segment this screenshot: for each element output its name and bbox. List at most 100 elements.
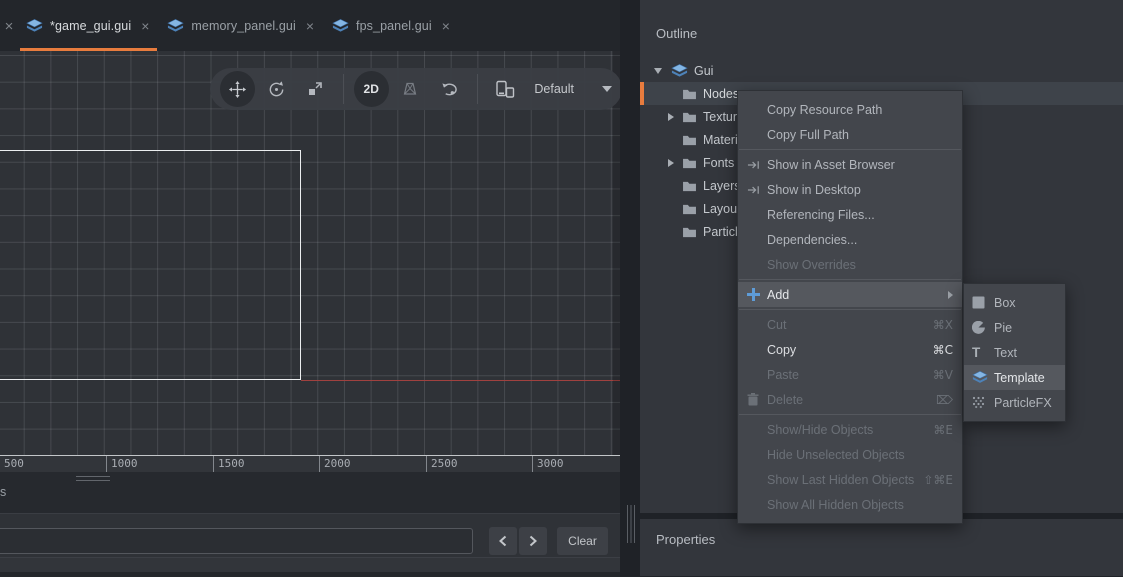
submenu-arrow-icon xyxy=(948,291,953,299)
add-icon xyxy=(747,288,767,301)
pane-splitter[interactable] xyxy=(620,0,640,576)
menu-item-referencing-files[interactable]: Referencing Files... xyxy=(738,202,962,227)
toolbar-separator xyxy=(343,74,344,104)
outline-panel-title: Outline xyxy=(656,26,697,41)
clear-button[interactable]: Clear xyxy=(557,527,608,555)
scene-viewport[interactable] xyxy=(0,51,620,455)
pie-icon xyxy=(972,321,994,334)
add-submenu: Box Pie T Text Template P xyxy=(963,283,1066,422)
next-match-button[interactable] xyxy=(519,527,547,555)
tab-close-icon[interactable]: × xyxy=(306,18,314,34)
2d-mode-button[interactable]: 2D xyxy=(354,71,389,107)
ruler-tick: 1000 xyxy=(106,456,138,472)
console-footer-strip xyxy=(0,572,620,577)
menu-item-show-in-asset-browser[interactable]: Show in Asset Browser xyxy=(738,152,962,177)
device-preview-button[interactable] xyxy=(487,71,522,107)
submenu-item-pie[interactable]: Pie xyxy=(964,315,1065,340)
menu-separator xyxy=(739,279,961,280)
show-in-icon xyxy=(747,184,767,196)
viewport-scrollbar[interactable] xyxy=(613,51,620,455)
context-menu: Copy Resource Path Copy Full Path Show i… xyxy=(737,90,963,524)
text-icon: T xyxy=(972,345,994,360)
rotate-tool-button[interactable] xyxy=(259,71,294,107)
submenu-item-template[interactable]: Template xyxy=(964,365,1065,390)
tab-game-gui[interactable]: *game_gui.gui × xyxy=(18,0,159,51)
frustum-icon xyxy=(401,80,419,98)
gui-icon xyxy=(26,19,43,33)
tab-label: memory_panel.gui xyxy=(191,19,295,33)
properties-panel: Properties xyxy=(640,519,1123,576)
submenu-item-box[interactable]: Box xyxy=(964,290,1065,315)
rotate-icon xyxy=(267,80,286,99)
overflow-tab-close-icon[interactable]: × xyxy=(0,2,18,51)
submenu-item-text[interactable]: T Text xyxy=(964,340,1065,365)
scale-tool-button[interactable] xyxy=(298,71,333,107)
trash-icon xyxy=(747,393,767,406)
menu-item-copy-full-path[interactable]: Copy Full Path xyxy=(738,122,962,147)
tree-item-label: Fonts xyxy=(703,156,734,170)
tree-item-gui[interactable]: Gui xyxy=(640,59,1123,82)
tab-fps-panel[interactable]: fps_panel.gui × xyxy=(324,0,460,51)
menu-item-show-hide-objects: Show/Hide Objects ⌘E xyxy=(738,417,962,442)
menu-item-cut: Cut ⌘X xyxy=(738,312,962,337)
scene-toolbar: 2D Default xyxy=(210,68,622,110)
expand-arrow-icon[interactable] xyxy=(668,113,674,121)
horizontal-splitter-handle[interactable] xyxy=(76,476,110,481)
chevron-down-icon[interactable] xyxy=(602,86,612,92)
tree-item-label: Gui xyxy=(694,64,713,78)
template-icon xyxy=(972,371,994,384)
menu-separator xyxy=(739,149,961,150)
expand-arrow-icon[interactable] xyxy=(668,159,674,167)
vertical-splitter-handle[interactable] xyxy=(627,505,635,543)
perspective-camera-button[interactable] xyxy=(393,71,428,107)
particlefx-icon xyxy=(972,396,994,409)
gui-icon xyxy=(671,64,688,78)
gui-icon xyxy=(332,19,349,33)
gui-icon xyxy=(167,19,184,33)
gui-bounds-rect xyxy=(0,150,301,380)
x-axis-line xyxy=(301,380,620,381)
tab-label: fps_panel.gui xyxy=(356,19,432,33)
folder-icon xyxy=(682,203,697,215)
reset-camera-button[interactable] xyxy=(432,71,467,107)
clipped-panel-label: s xyxy=(0,485,6,499)
menu-item-copy[interactable]: Copy ⌘C xyxy=(738,337,962,362)
box-icon xyxy=(972,296,994,309)
menu-item-show-last-hidden-objects: Show Last Hidden Objects ⇧⌘E xyxy=(738,467,962,492)
console-search-input[interactable] xyxy=(0,528,473,554)
menu-item-delete: Delete ⌦ xyxy=(738,387,962,412)
menu-separator xyxy=(739,309,961,310)
chevron-right-icon xyxy=(528,535,538,547)
tab-memory-panel[interactable]: memory_panel.gui × xyxy=(159,0,324,51)
menu-item-dependencies[interactable]: Dependencies... xyxy=(738,227,962,252)
menu-item-paste: Paste ⌘V xyxy=(738,362,962,387)
menu-item-show-in-desktop[interactable]: Show in Desktop xyxy=(738,177,962,202)
scale-icon xyxy=(306,80,324,98)
move-icon xyxy=(228,80,247,99)
menu-separator xyxy=(739,414,961,415)
properties-panel-title: Properties xyxy=(656,532,715,547)
folder-icon xyxy=(682,88,697,100)
expand-arrow-icon[interactable] xyxy=(654,68,662,74)
tab-bar: × *game_gui.gui × memory_panel.gui × fps… xyxy=(0,0,620,51)
move-tool-button[interactable] xyxy=(220,71,255,107)
selection-accent-bar xyxy=(640,82,644,105)
toolbar-separator xyxy=(477,74,478,104)
ruler-tick: 2500 xyxy=(426,456,458,472)
folder-icon xyxy=(682,226,697,238)
reset-camera-icon xyxy=(440,80,459,99)
menu-item-copy-resource-path[interactable]: Copy Resource Path xyxy=(738,97,962,122)
layout-select-value[interactable]: Default xyxy=(534,82,574,96)
folder-icon xyxy=(682,111,697,123)
ruler-tick: 500 xyxy=(0,456,24,472)
menu-item-show-all-hidden-objects: Show All Hidden Objects xyxy=(738,492,962,517)
tree-item-label: Layers xyxy=(703,179,741,193)
menu-item-add[interactable]: Add xyxy=(738,282,962,307)
tab-close-icon[interactable]: × xyxy=(141,18,149,34)
tab-close-icon[interactable]: × xyxy=(442,18,450,34)
submenu-item-particlefx[interactable]: ParticleFX xyxy=(964,390,1065,415)
ruler-tick: 1500 xyxy=(213,456,245,472)
prev-match-button[interactable] xyxy=(489,527,517,555)
menu-item-hide-unselected-objects: Hide Unselected Objects xyxy=(738,442,962,467)
console-panel: Clear xyxy=(0,513,620,576)
